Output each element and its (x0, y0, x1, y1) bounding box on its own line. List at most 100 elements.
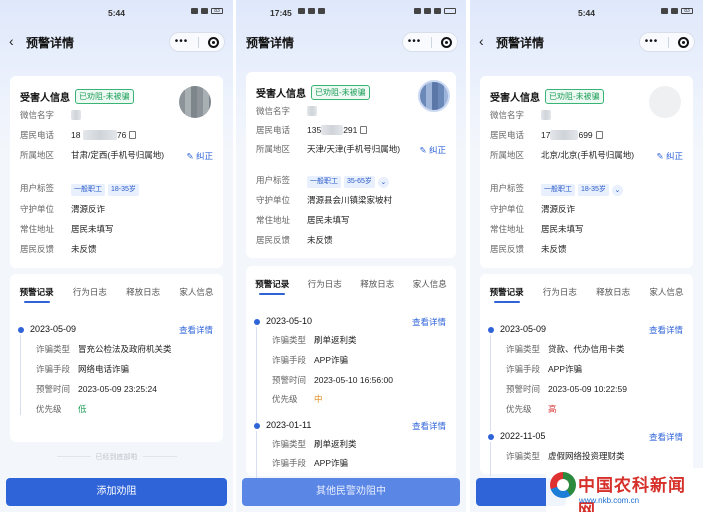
user-tag: 35-65岁 (344, 176, 375, 188)
tab-family-info[interactable]: 家人信息 (179, 286, 213, 306)
tab-release-log[interactable]: 释放日志 (126, 286, 160, 306)
priority-value: 低 (78, 404, 87, 414)
blurred-phone (82, 130, 117, 140)
copy-icon[interactable] (129, 131, 137, 139)
record-date: 2023-05-09 (500, 324, 547, 334)
info-title: 受害人信息 (256, 89, 306, 100)
phone-screen-2: 17:45 预警详情 ••• 受害人信息 已劝阻-未被骗 微信名字 居民电话 1… (236, 0, 466, 512)
status-bar: 17:45 (236, 8, 466, 22)
view-detail-link[interactable]: 查看详情 (412, 316, 446, 328)
tab-bar: 预警记录 行为日志 释放日志 家人信息 (246, 278, 456, 298)
target-icon[interactable] (208, 36, 220, 48)
battery-icon: 83 (681, 8, 693, 14)
user-tag: 一般职工 (307, 176, 341, 188)
other-officer-dissuading-button[interactable]: 其他民警劝阻中 (242, 478, 460, 506)
phone-screen-3: 5:44 83 ‹ 预警详情 ••• 受害人信息 已劝阻-未被骗 微信名字 居民… (470, 0, 703, 512)
site-watermark: 中国农科新闻网 www.nkb.com.cn (546, 468, 703, 512)
tab-release-log[interactable]: 释放日志 (360, 278, 394, 298)
tab-family-info[interactable]: 家人信息 (649, 286, 683, 306)
blurred-phone (550, 130, 579, 140)
target-icon[interactable] (678, 36, 690, 48)
tab-behavior-log[interactable]: 行为日志 (308, 278, 342, 298)
user-tag: 一般职工 (541, 184, 575, 196)
record-date: 2023-05-09 (30, 324, 77, 334)
records-card: 预警记录 行为日志 释放日志 家人信息 2023-05-09 查看详情 诈骗类型… (480, 274, 693, 476)
records-card: 预警记录 行为日志 释放日志 家人信息 2023-05-10 查看详情 诈骗类型… (246, 266, 456, 481)
screenshot-collage: 5:44 83 ‹ 预警详情 ••• 受害人信息 已劝阻-未被骗 微信名字 居民… (0, 0, 703, 512)
tab-behavior-log[interactable]: 行为日志 (73, 286, 107, 306)
nav-bar: ‹ 预警详情 ••• (470, 30, 703, 54)
record-date: 2022-11-05 (500, 431, 546, 441)
status-time: 17:45 (270, 8, 292, 18)
watermark-brand: 中国农科新闻网 (578, 476, 686, 512)
miniapp-capsule[interactable]: ••• (402, 32, 458, 52)
record-date: 2023-01-11 (266, 420, 312, 430)
back-arrow-icon[interactable]: ‹ (9, 33, 14, 49)
miniapp-capsule[interactable]: ••• (169, 32, 225, 52)
target-icon[interactable] (441, 36, 453, 48)
view-detail-link[interactable]: 查看详情 (179, 324, 213, 336)
nav-bar: ‹ 预警详情 ••• (0, 30, 233, 54)
user-tag: 18-35岁 (578, 184, 609, 196)
chevron-down-icon[interactable]: ⌄ (377, 177, 389, 188)
priority-value: 中 (314, 394, 323, 404)
edit-pen-icon: ✎ (656, 151, 664, 161)
tab-bar: 预警记录 行为日志 释放日志 家人信息 (480, 286, 693, 306)
blurred-name (307, 106, 317, 116)
info-title: 受害人信息 (490, 93, 540, 104)
status-badge: 已劝阻-未被骗 (545, 89, 604, 104)
status-icons: 83 (661, 8, 693, 14)
more-dots-icon[interactable]: ••• (175, 37, 189, 47)
more-dots-icon[interactable]: ••• (645, 37, 659, 47)
priority-value: 高 (548, 404, 557, 414)
page-title: 预警详情 (26, 36, 75, 50)
correct-button[interactable]: ✎ 纠正 (186, 150, 213, 162)
chevron-down-icon[interactable]: ⌄ (611, 185, 623, 196)
page-title: 预警详情 (246, 36, 295, 50)
status-bar: 5:44 83 (0, 8, 233, 22)
correct-button[interactable]: ✎ 纠正 (419, 144, 446, 156)
nav-bar: 预警详情 ••• (236, 30, 466, 54)
view-detail-link[interactable]: 查看详情 (649, 431, 683, 443)
miniapp-capsule[interactable]: ••• (639, 32, 695, 52)
status-icons: 83 (191, 8, 223, 14)
status-bar: 5:44 83 (470, 8, 703, 22)
add-dissuasion-button[interactable]: 添加劝阻 (6, 478, 227, 506)
edit-pen-icon: ✎ (419, 145, 427, 155)
correct-button[interactable]: ✎ 纠正 (656, 150, 683, 162)
copy-icon[interactable] (360, 126, 368, 134)
info-title: 受害人信息 (20, 93, 70, 104)
copy-icon[interactable] (595, 131, 603, 139)
phone-screen-1: 5:44 83 ‹ 预警详情 ••• 受害人信息 已劝阻-未被骗 微信名字 居民… (0, 0, 233, 512)
tab-bar: 预警记录 行为日志 释放日志 家人信息 (10, 286, 223, 306)
victim-info-card: 受害人信息 已劝阻-未被骗 微信名字 居民电话 135 291 所属地区 天津/天… (246, 72, 456, 258)
tab-warning-records[interactable]: 预警记录 (490, 286, 524, 306)
status-badge: 已劝阻-未被骗 (75, 89, 134, 104)
victim-info-card: 受害人信息 已劝阻-未被骗 微信名字 居民电话 17 699 所属地区 北京/北京… (480, 76, 693, 268)
victim-info-card: 受害人信息 已劝阻-未被骗 微信名字 居民电话 18 76 所属地区 甘肃/定西… (10, 76, 223, 268)
user-tag: 18-35岁 (108, 184, 139, 196)
more-dots-icon[interactable]: ••• (408, 37, 422, 47)
blurred-name (71, 110, 81, 120)
tab-release-log[interactable]: 释放日志 (596, 286, 630, 306)
watermark-url: www.nkb.com.cn (579, 496, 640, 505)
battery-icon: 83 (211, 8, 223, 14)
records-card: 预警记录 行为日志 释放日志 家人信息 2023-05-09 查看详情 诈骗类型… (10, 274, 223, 442)
view-detail-link[interactable]: 查看详情 (649, 324, 683, 336)
user-tag: 一般职工 (71, 184, 105, 196)
status-icons (414, 8, 456, 14)
view-detail-link[interactable]: 查看详情 (412, 420, 446, 432)
tab-behavior-log[interactable]: 行为日志 (543, 286, 577, 306)
blurred-phone (321, 125, 344, 135)
battery-icon (444, 8, 456, 14)
record-date: 2023-05-10 (266, 316, 313, 326)
status-badge: 已劝阻-未被骗 (311, 85, 370, 100)
tab-warning-records[interactable]: 预警记录 (255, 278, 289, 298)
site-logo-icon (550, 472, 576, 498)
tab-warning-records[interactable]: 预警记录 (20, 286, 54, 306)
edit-pen-icon: ✎ (186, 151, 194, 161)
tab-family-info[interactable]: 家人信息 (413, 278, 447, 298)
blurred-name (541, 110, 551, 120)
no-more-text: 已经到底部啦 (0, 452, 233, 462)
back-arrow-icon[interactable]: ‹ (479, 33, 484, 49)
